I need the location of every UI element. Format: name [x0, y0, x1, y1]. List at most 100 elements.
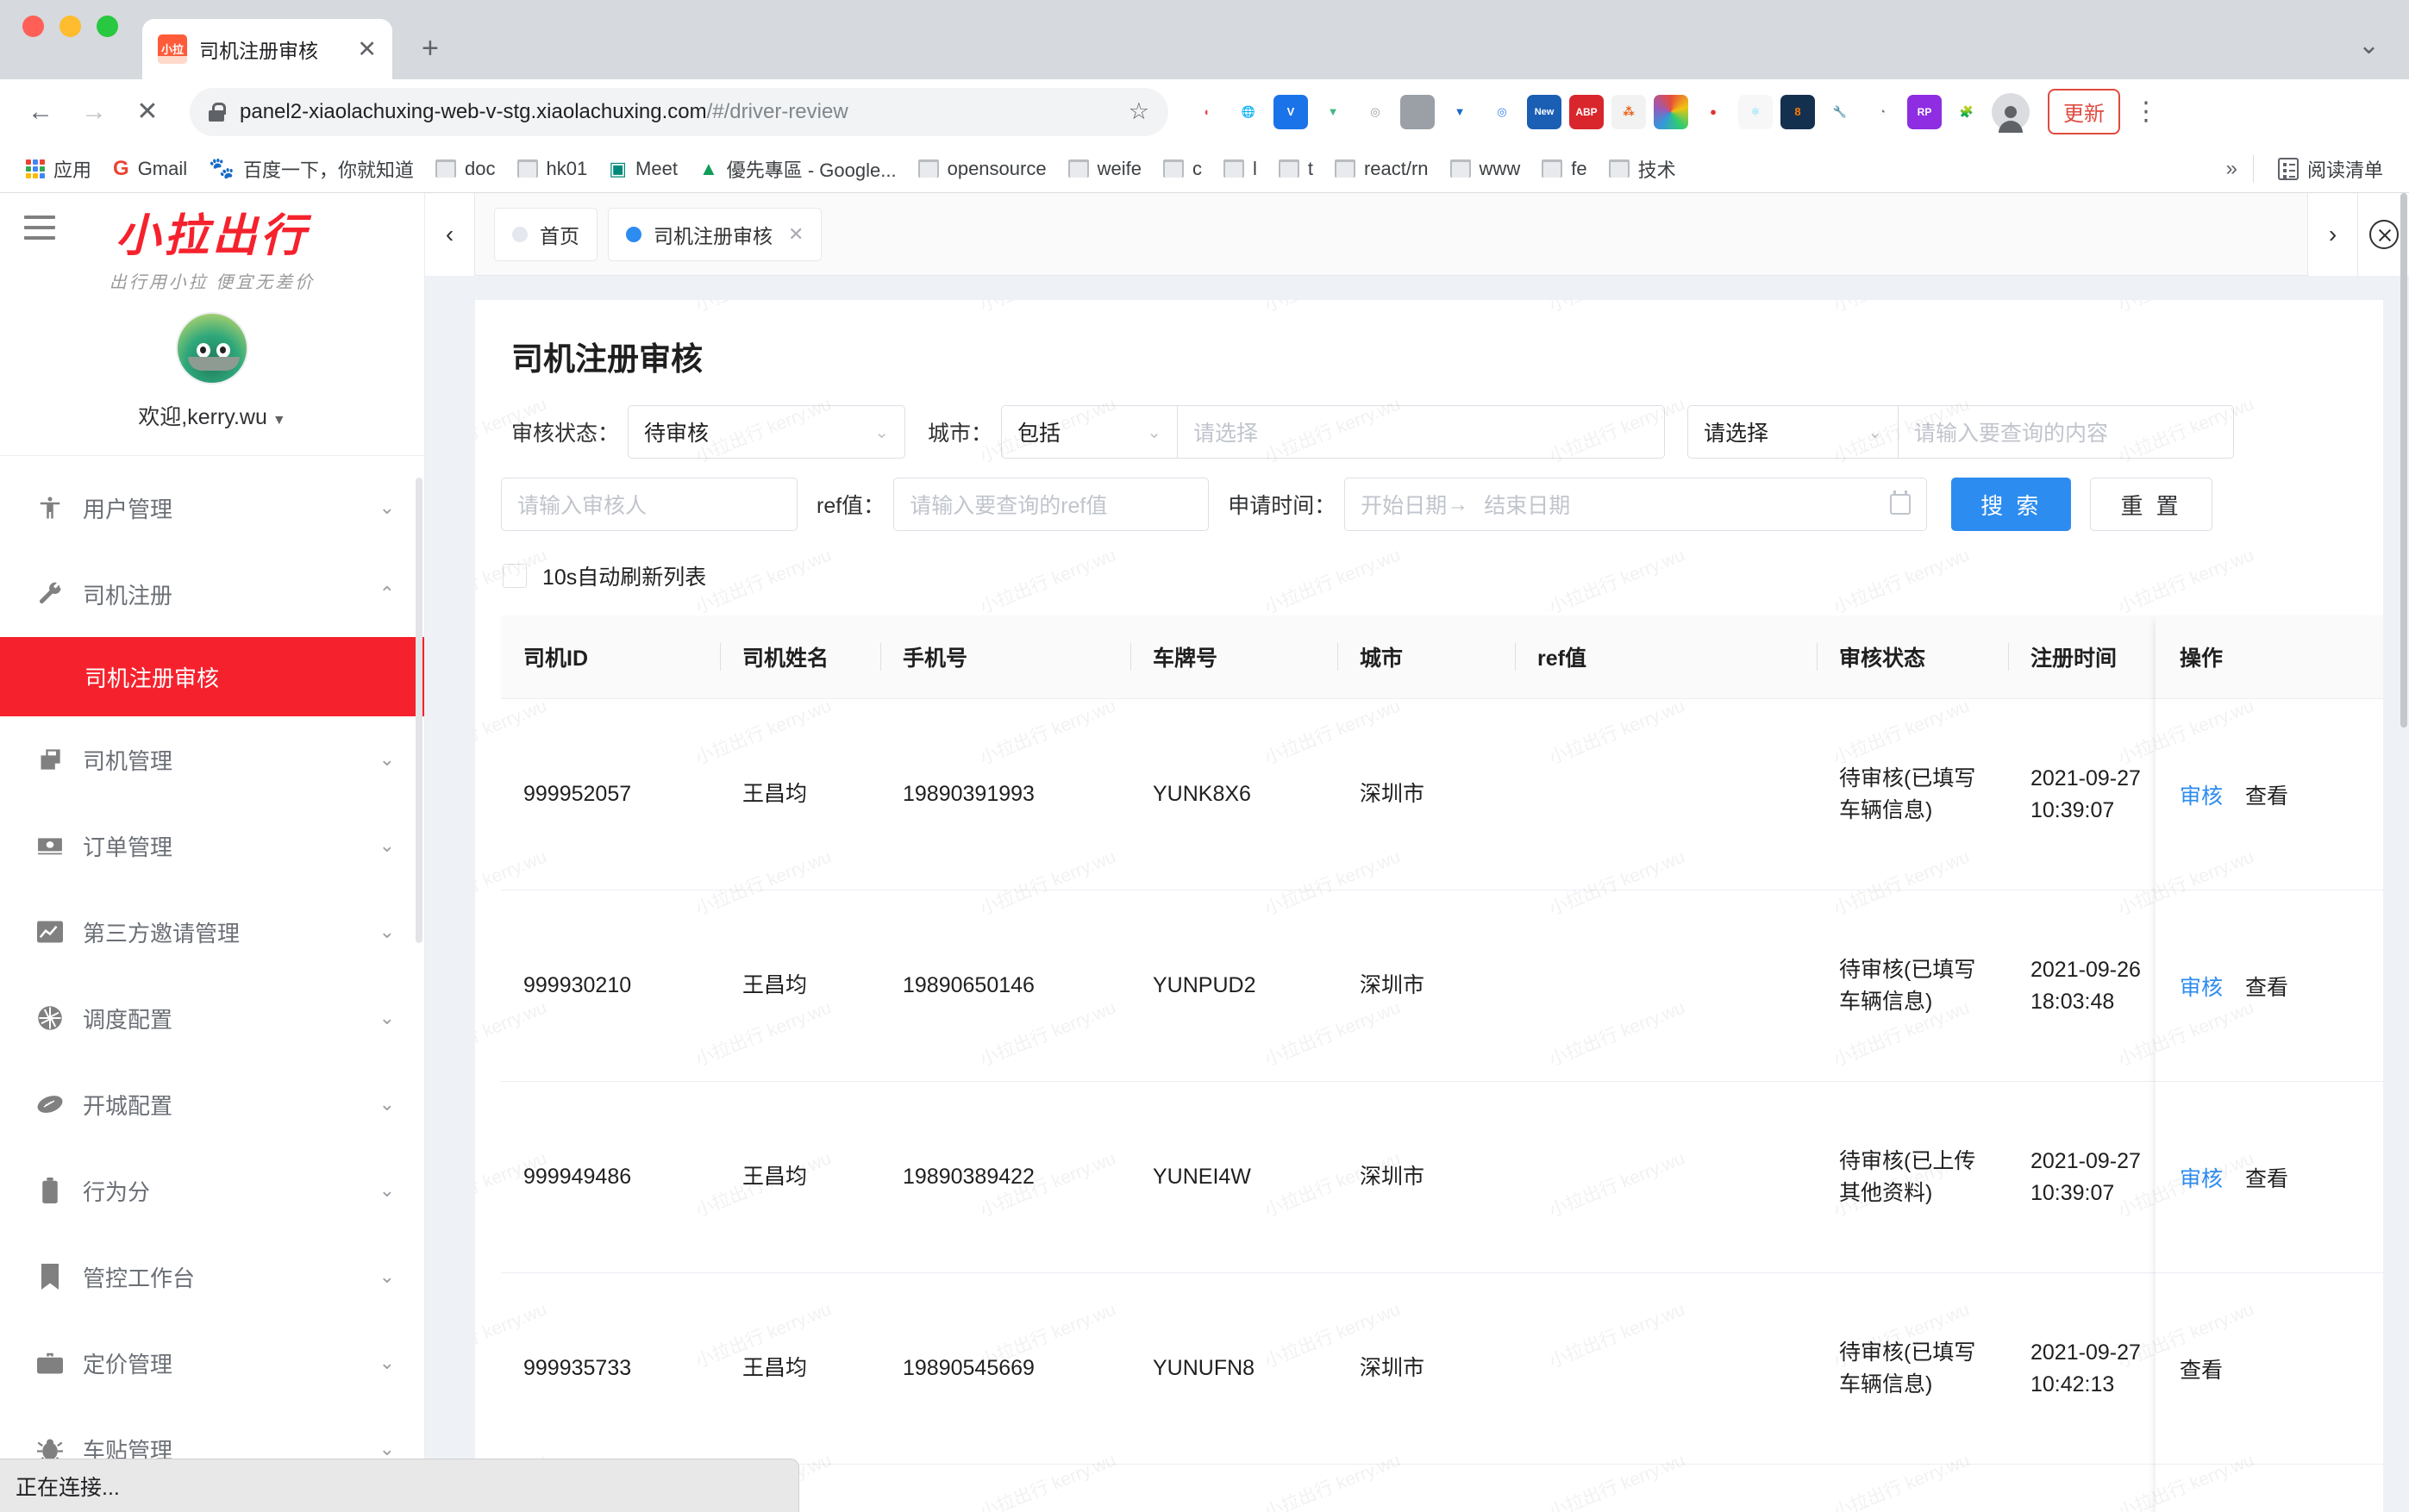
status-select[interactable]: 待审核 ⌄ — [628, 405, 906, 459]
city-select-input[interactable]: 请选择 — [1177, 405, 1666, 459]
city-mode-select[interactable]: 包括 ⌄ — [1001, 405, 1178, 459]
content-tab-home[interactable]: 首页 — [494, 207, 598, 261]
ref-input[interactable]: 请输入要查询的ref值 — [893, 478, 1210, 531]
action-cell: 审核查看 — [2156, 1465, 2383, 1512]
content-tab-driver-review[interactable]: 司机注册审核 ✕ — [608, 207, 823, 261]
reading-list-button[interactable]: 阅读清单 — [2269, 150, 2392, 188]
bookmark-hk01[interactable]: hk01 — [509, 153, 597, 185]
sidebar-item-behavior-score[interactable]: 行为分 ⌄ — [0, 1147, 424, 1234]
bookmark-c[interactable]: c — [1154, 153, 1211, 185]
sidebar-scrollbar[interactable] — [416, 478, 422, 943]
page-scrollbar[interactable] — [2399, 193, 2409, 1512]
sitemap-icon[interactable]: ⁂ — [1611, 94, 1646, 129]
newrelic-icon[interactable]: New — [1527, 94, 1561, 129]
bookmark-meet[interactable]: ▣ Meet — [600, 153, 686, 185]
view-link[interactable]: 查看 — [2180, 1353, 2223, 1384]
flash-icon[interactable] — [1400, 94, 1435, 129]
bookmark-react-rn[interactable]: react/rn — [1326, 153, 1437, 185]
bookmark-fe[interactable]: fe — [1533, 153, 1595, 185]
sidebar-item-driver-management[interactable]: 司机管理 ⌄ — [0, 716, 424, 803]
bookmark-t[interactable]: t — [1270, 153, 1322, 185]
bookmark-label: weife — [1097, 157, 1142, 179]
view-link[interactable]: 查看 — [2245, 779, 2288, 810]
bookmark-weife[interactable]: weife — [1060, 153, 1150, 185]
sidebar-item-label: 第三方邀请管理 — [83, 920, 241, 947]
date-range-picker[interactable]: 开始日期 → 结束日期 — [1344, 478, 1928, 531]
close-window-button[interactable] — [22, 15, 44, 37]
sidebar-item-control-workbench[interactable]: 管控工作台 ⌄ — [0, 1234, 424, 1320]
bookmark-star-icon[interactable]: ☆ — [1129, 98, 1149, 125]
redmark-icon[interactable]: ● — [1696, 94, 1730, 129]
bookmark-drive[interactable]: ▲ 優先專區 - Google... — [691, 150, 905, 188]
sidebar-item-third-party-invite[interactable]: 第三方邀请管理 ⌄ — [0, 889, 424, 975]
view-link[interactable]: 查看 — [2245, 1162, 2288, 1193]
reset-button[interactable]: 重 置 — [2090, 478, 2212, 531]
pin-icon[interactable]: ▼ — [1442, 94, 1477, 129]
browser-tab[interactable]: 小拉 司机注册审核 ✕ — [142, 19, 392, 79]
content-card-area: 小拉出行 kerry.wu小拉出行 kerry.wu小拉出行 kerry.wu小… — [425, 276, 2409, 1512]
bookmark-apps[interactable]: 应用 — [17, 150, 100, 188]
tab-list-chevron-icon[interactable]: ⌄ — [2358, 30, 2409, 79]
bookmark-www[interactable]: www — [1442, 153, 1530, 185]
globe-icon[interactable]: 🌐 — [1231, 94, 1266, 129]
field-select[interactable]: 请选择 ⌄ — [1687, 405, 1899, 459]
octopus-icon[interactable]: 8 — [1780, 94, 1815, 129]
back-button[interactable]: ← — [17, 89, 64, 135]
rp-icon[interactable]: RP — [1907, 94, 1942, 129]
review-link[interactable]: 审核 — [2180, 971, 2223, 1002]
target-icon[interactable]: ◎ — [1358, 94, 1392, 129]
vue-devtools-icon[interactable]: ▼ — [1316, 94, 1350, 129]
maximize-window-button[interactable] — [97, 15, 118, 37]
pocket-icon[interactable]: ◖ — [1189, 94, 1223, 129]
auto-refresh-checkbox[interactable] — [503, 564, 527, 588]
puzzle-icon[interactable]: 🧩 — [1949, 94, 1984, 129]
avatar[interactable] — [176, 312, 248, 385]
brand-block: 小拉出行 出行用小拉 便宜无差价 — [0, 211, 424, 293]
tabs-next-button[interactable]: › — [2307, 193, 2357, 276]
sidebar-item-city-config[interactable]: 开城配置 ⌄ — [0, 1061, 424, 1147]
adblock-plus-icon[interactable]: ABP — [1569, 94, 1604, 129]
bookmark-baidu[interactable]: 🐾 百度一下，你就知道 — [200, 150, 422, 188]
vimium-icon[interactable]: V — [1273, 94, 1308, 129]
review-link[interactable]: 审核 — [2180, 779, 2223, 810]
new-tab-button[interactable]: + — [422, 32, 439, 79]
hamburger-menu-icon[interactable] — [24, 216, 55, 247]
react-devtools-icon[interactable]: ⚛ — [1738, 94, 1773, 129]
bookmark-opensource[interactable]: opensource — [910, 153, 1055, 185]
forward-button[interactable]: → — [71, 89, 117, 135]
sidebar-item-user-management[interactable]: 用户管理 ⌄ — [0, 465, 424, 551]
minimize-window-button[interactable] — [59, 15, 81, 37]
wrench-icon[interactable]: 🔧 — [1823, 94, 1857, 129]
address-bar[interactable]: panel2-xiaolachuxing-web-v-stg.xiaolachu… — [190, 87, 1168, 136]
view-link[interactable]: 查看 — [2245, 971, 2288, 1002]
bookmark-tech[interactable]: 技术 — [1600, 150, 1685, 188]
tab-title: 司机注册审核 — [199, 40, 318, 62]
circle-icon[interactable]: ◎ — [1485, 94, 1519, 129]
folder-icon — [435, 159, 457, 178]
reviewer-input[interactable]: 请输入审核人 — [501, 478, 798, 531]
sidebar-item-driver-registration[interactable]: 司机注册 ⌃ — [0, 551, 424, 637]
review-link[interactable]: 审核 — [2180, 1162, 2223, 1193]
content-tab-close-icon[interactable]: ✕ — [788, 223, 804, 246]
stop-loading-button[interactable]: ✕ — [124, 89, 171, 135]
update-button[interactable]: 更新 — [2048, 89, 2120, 134]
tab-close-icon[interactable]: ✕ — [357, 37, 377, 61]
bookmarks-overflow-icon[interactable]: » — [2226, 157, 2237, 181]
camera-icon[interactable] — [1654, 94, 1688, 129]
sidebar-item-driver-review[interactable]: 司机注册审核 — [0, 637, 424, 717]
bookmark-doc[interactable]: doc — [427, 153, 504, 185]
field-query-input[interactable]: 请输入要查询的内容 — [1898, 405, 2235, 459]
user-menu-button[interactable]: 欢迎,kerry.wu ▼ — [0, 400, 424, 431]
city-filter-label: 城市： — [928, 422, 993, 446]
bookmark-l[interactable]: l — [1215, 153, 1266, 185]
sidebar-item-order-management[interactable]: 订单管理 ⌄ — [0, 803, 424, 889]
bookmark-gmail[interactable]: G Gmail — [104, 152, 196, 186]
search-button[interactable]: 搜 索 — [1951, 478, 2072, 531]
sidebar-item-dispatch-config[interactable]: 调度配置 ⌄ — [0, 975, 424, 1061]
tabs-prev-button[interactable]: ‹ — [425, 193, 475, 276]
sidebar-item-pricing-management[interactable]: 定价管理 ⌄ — [0, 1320, 424, 1406]
browser-menu-icon[interactable]: ⋮ — [2133, 98, 2159, 124]
profile-avatar-button[interactable] — [1992, 92, 2030, 133]
cookie-icon[interactable]: ◔ — [1865, 94, 1899, 129]
table-row: 999935733 王昌均 19890545669 YUNUFN8 深圳市 待审核(已填写… — [501, 1272, 2383, 1465]
